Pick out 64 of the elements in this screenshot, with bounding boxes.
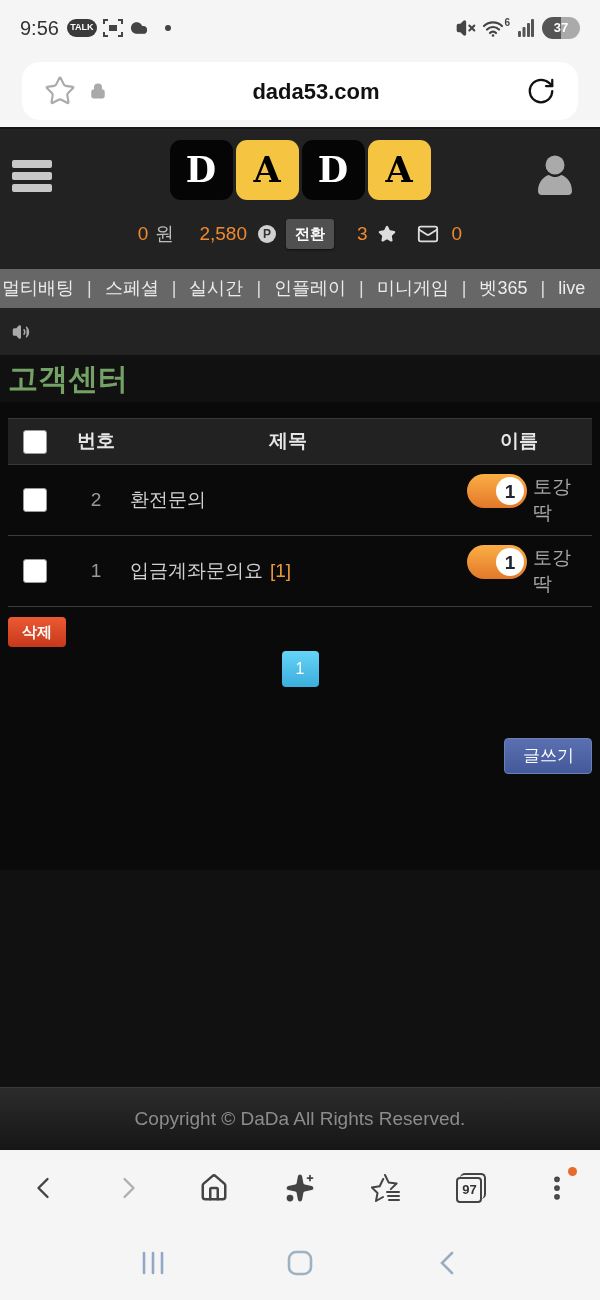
mute-icon bbox=[456, 17, 477, 38]
battery-indicator: 37 bbox=[542, 16, 580, 39]
row-checkbox[interactable] bbox=[23, 488, 47, 512]
page-title: 고객센터 bbox=[8, 361, 128, 397]
menu-icon[interactable] bbox=[12, 160, 52, 192]
reload-icon[interactable] bbox=[526, 76, 556, 106]
bookmarks-icon[interactable] bbox=[370, 1172, 401, 1203]
screenshot-icon bbox=[102, 18, 123, 37]
star-icon[interactable] bbox=[377, 225, 396, 243]
nav-separator: | bbox=[171, 277, 177, 300]
column-header: 제목 bbox=[268, 429, 307, 454]
post-title-link[interactable]: 입금계좌문의요 bbox=[130, 556, 263, 586]
clock-time: 9:56 bbox=[20, 15, 59, 41]
bookmark-star-icon[interactable] bbox=[44, 75, 76, 107]
signal-icon bbox=[518, 18, 534, 37]
copyright-text: Copyright © DaDa All Rights Reserved. bbox=[134, 1106, 466, 1131]
user-icon[interactable] bbox=[538, 155, 572, 195]
balance-amount: 0 bbox=[137, 221, 149, 246]
wifi-icon bbox=[482, 18, 505, 37]
wifi-band-label: 6 bbox=[504, 17, 510, 28]
write-button[interactable]: 글쓰기 bbox=[504, 738, 592, 774]
lock-icon bbox=[90, 82, 106, 100]
address-bar[interactable]: dada53.com bbox=[22, 62, 578, 120]
author-name: 토강딱 bbox=[533, 546, 572, 596]
points-amount: 2,580 bbox=[199, 221, 247, 246]
level-badge: 1 bbox=[467, 474, 527, 508]
delete-button[interactable]: 삭제 bbox=[8, 617, 66, 647]
nav-link[interactable]: 벳365 bbox=[479, 275, 528, 302]
nav-separator: | bbox=[256, 277, 262, 300]
post-title-link[interactable]: 환전문의 bbox=[130, 485, 206, 515]
nav-link[interactable]: 멀티배팅 bbox=[2, 275, 74, 302]
url-text: dada53.com bbox=[251, 77, 381, 106]
nav-separator: | bbox=[540, 277, 546, 300]
author-name: 토강딱 bbox=[533, 475, 572, 525]
logo-tile[interactable]: D bbox=[169, 140, 233, 200]
points-badge: P bbox=[258, 225, 276, 243]
sparkle-icon[interactable] bbox=[285, 1172, 315, 1203]
speaker-icon[interactable] bbox=[12, 322, 30, 341]
nav-link[interactable]: 실시간 bbox=[189, 275, 244, 302]
home-icon[interactable] bbox=[199, 1172, 230, 1203]
select-all-checkbox[interactable] bbox=[23, 429, 47, 454]
post-number: 2 bbox=[90, 487, 102, 512]
currency-unit: 원 bbox=[155, 221, 175, 246]
nav-separator: | bbox=[87, 277, 92, 300]
nav-link[interactable]: 인플레이 bbox=[274, 275, 347, 302]
column-header: 번호 bbox=[77, 429, 115, 454]
column-header: 이름 bbox=[499, 429, 538, 454]
convert-button[interactable]: 전환 bbox=[286, 219, 334, 249]
post-number: 1 bbox=[90, 558, 102, 583]
logo-tile[interactable]: D bbox=[301, 140, 365, 200]
nav-separator: | bbox=[359, 277, 364, 300]
nav-link[interactable]: 미니게임 bbox=[376, 275, 449, 302]
messages-count: 0 bbox=[451, 221, 463, 246]
stars-count: 3 bbox=[357, 221, 368, 246]
comment-count: [1] bbox=[270, 558, 292, 583]
nav-link[interactable]: live bbox=[558, 275, 586, 302]
level-badge: 1 bbox=[467, 545, 527, 579]
envelope-icon[interactable] bbox=[415, 223, 440, 245]
row-checkbox[interactable] bbox=[23, 559, 47, 583]
nav-link[interactable]: 스페셜 bbox=[104, 275, 159, 302]
talk-badge: TALK bbox=[66, 18, 97, 37]
nav-separator: | bbox=[461, 277, 467, 300]
logo-tile[interactable]: A bbox=[235, 140, 299, 200]
logo-tile[interactable]: A bbox=[367, 140, 431, 200]
